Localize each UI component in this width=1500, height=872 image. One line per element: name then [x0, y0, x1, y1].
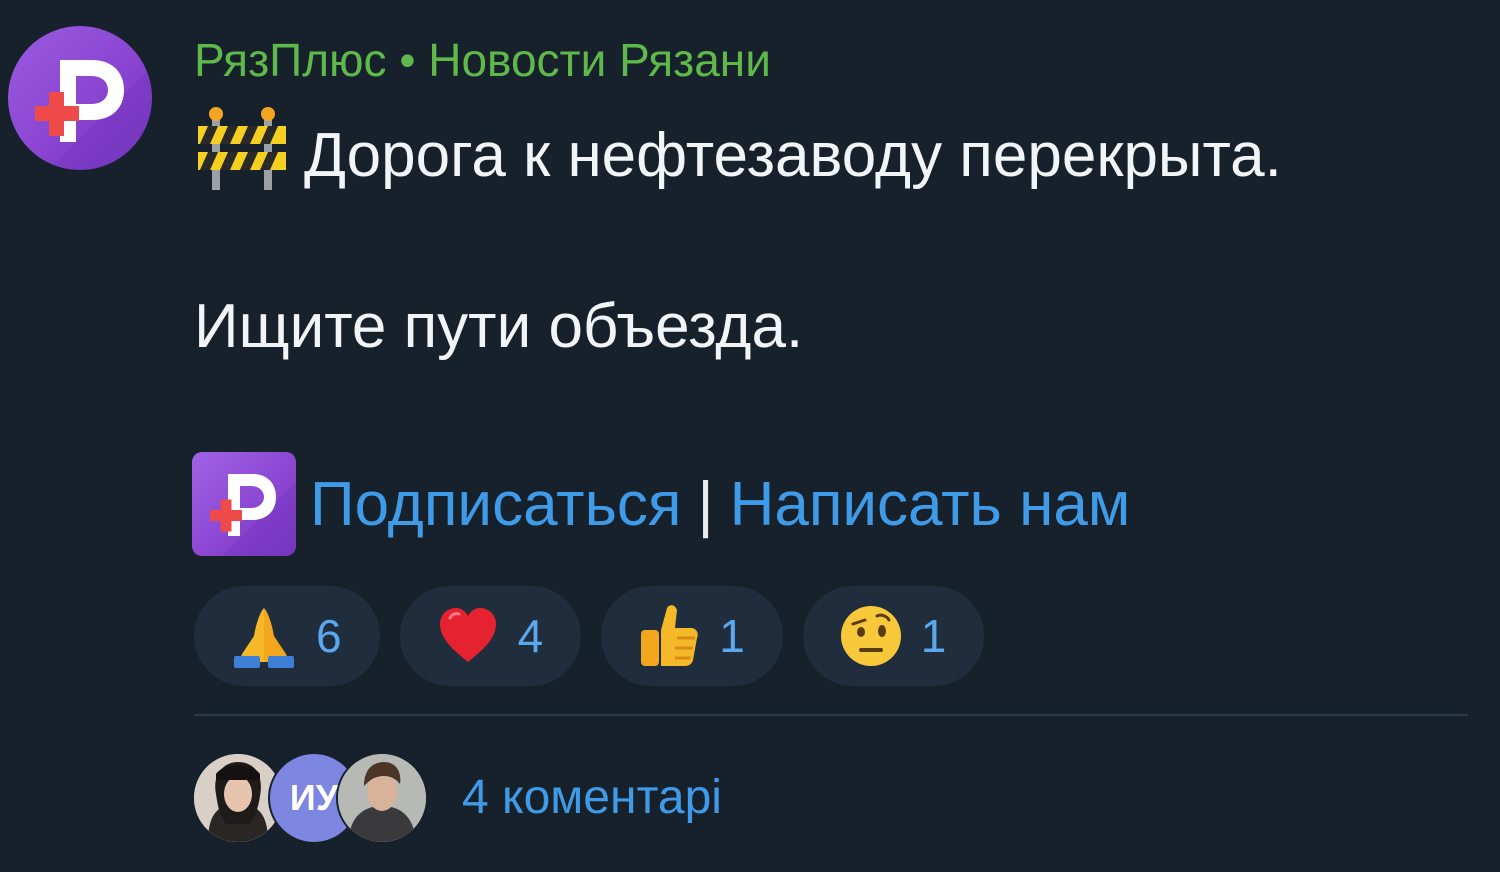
channel-logo-icon — [35, 60, 152, 170]
folded-hands-icon — [234, 608, 294, 668]
links-row: Подписаться | Написать нам — [192, 452, 1130, 556]
avatar — [336, 752, 428, 844]
subscribe-link[interactable]: Подписаться — [310, 469, 681, 540]
channel-avatar[interactable] — [8, 26, 152, 170]
comments-count-label: 4 коментарі — [462, 770, 722, 824]
reaction-red-heart[interactable]: 4 — [399, 586, 582, 686]
write-us-link[interactable]: Написать нам — [730, 469, 1131, 540]
message-line-1: Дорога к нефтезаводу перекрыта. — [194, 106, 1282, 191]
thumbs-up-icon — [641, 605, 698, 666]
reaction-count: 1 — [719, 610, 745, 662]
reaction-face-with-raised-eyebrow[interactable]: 1 — [802, 586, 985, 686]
face-with-raised-eyebrow-icon — [840, 606, 901, 666]
divider — [194, 714, 1468, 716]
reaction-count: 6 — [316, 610, 342, 662]
reaction-count: 4 — [517, 610, 544, 662]
red-heart-icon — [439, 608, 496, 662]
reaction-thumbs-up[interactable]: 1 — [601, 586, 783, 686]
comments-button[interactable]: ИУ 4 коментарі — [192, 752, 722, 844]
channel-mini-logo-icon — [192, 452, 296, 556]
message-text-line-2: Ищите пути объезда. — [194, 292, 804, 361]
channel-name[interactable]: РязПлюс • Новости Рязани — [194, 34, 771, 86]
commenter-avatars: ИУ — [192, 752, 432, 844]
construction-icon — [194, 106, 290, 190]
reaction-folded-hands[interactable]: 6 — [194, 586, 380, 686]
link-separator: | — [697, 469, 714, 539]
reaction-count: 1 — [920, 610, 947, 662]
message-text-line-1: Дорога к нефтезаводу перекрыта. — [304, 121, 1282, 190]
reactions-bar: 6 4 1 1 — [194, 586, 985, 686]
channel-post: РязПлюс • Новости Рязани Дорога к нефтез… — [0, 0, 1500, 872]
